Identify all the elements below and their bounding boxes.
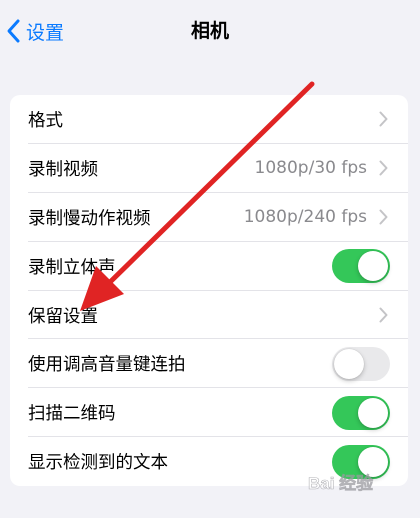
row-label: 保留设置 [28,306,98,327]
settings-row-record-video[interactable]: 录制视频 1080p/30 fps [10,144,408,193]
row-label: 录制视频 [28,159,98,180]
volume-burst-toggle[interactable] [332,346,390,381]
settings-row-record-slomo[interactable]: 录制慢动作视频 1080p/240 fps [10,193,408,242]
toggle-knob [334,348,364,379]
row-value: 1080p/240 fps [243,207,367,228]
detected-text-toggle[interactable] [332,444,390,479]
toggle-knob [358,251,388,282]
camera-settings-list: 格式 录制视频 1080p/30 fps 录制慢动作视频 1080p/240 f… [10,95,408,487]
settings-row-detected-text: 显示检测到的文本 [10,437,408,486]
chevron-right-icon [379,307,388,323]
row-label: 录制立体声 [28,257,116,278]
row-label: 使用调高音量键连拍 [28,355,186,376]
toggle-knob [358,397,388,428]
row-label: 录制慢动作视频 [28,208,151,229]
settings-row-preserve-settings[interactable]: 保留设置 [10,291,408,340]
settings-row-scan-qr: 扫描二维码 [10,388,408,438]
back-button[interactable]: 设置 [4,14,64,48]
chevron-right-icon [379,209,388,225]
toggle-knob [358,446,388,477]
back-button-label: 设置 [26,21,65,44]
chevron-right-icon [379,160,388,176]
stereo-toggle[interactable] [332,249,390,284]
settings-row-format[interactable]: 格式 [10,95,408,144]
row-label: 格式 [28,110,63,131]
settings-row-record-stereo: 录制立体声 [10,242,408,291]
row-label: 显示检测到的文本 [28,453,168,474]
navigation-bar: 设置 相机 [0,0,420,64]
scan-qr-toggle[interactable] [332,395,390,430]
row-value: 1080p/30 fps [254,158,367,179]
chevron-right-icon [379,111,388,127]
chevron-left-icon [7,19,20,43]
row-label: 扫描二维码 [28,404,116,425]
settings-row-volume-burst: 使用调高音量键连拍 [10,339,408,389]
